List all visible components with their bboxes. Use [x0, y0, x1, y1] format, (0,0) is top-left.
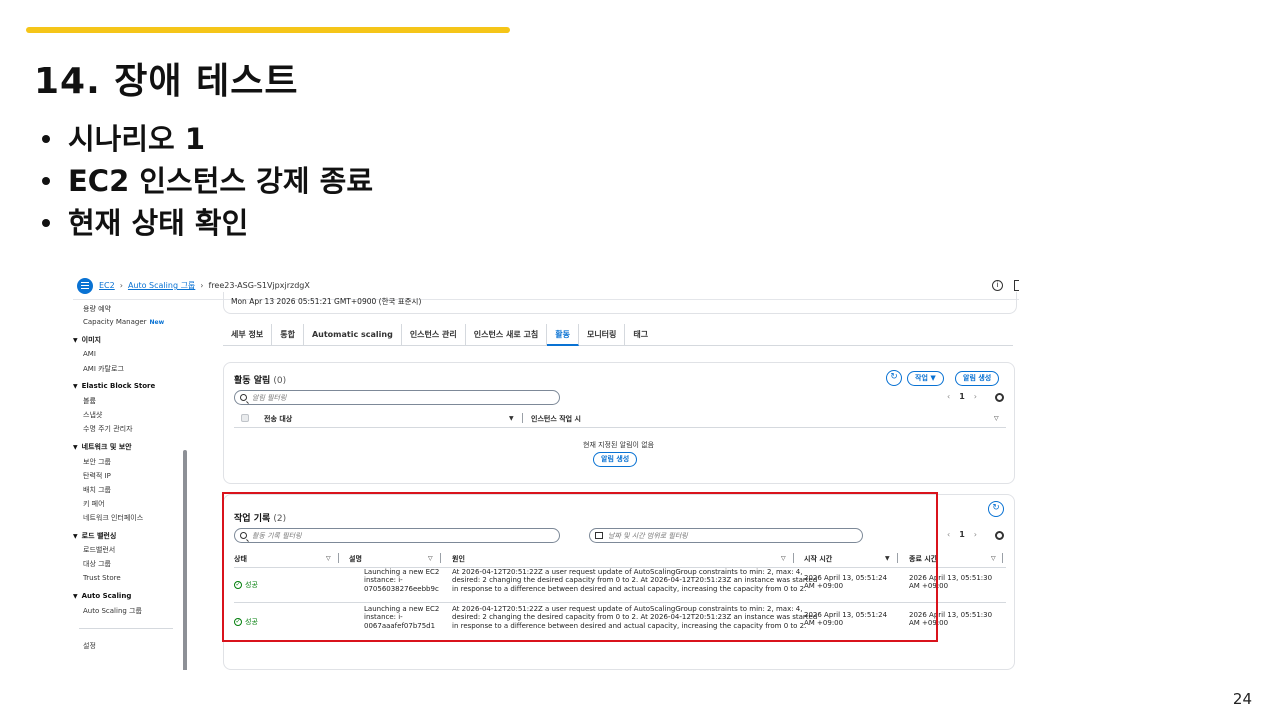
sidebar-section-images[interactable]: ▼ 이미지 — [73, 335, 101, 345]
refresh-button[interactable]: ↻ — [886, 370, 902, 386]
sidebar-item-network-interfaces[interactable]: 네트워크 인터페이스 — [83, 513, 143, 523]
gear-icon[interactable] — [995, 393, 1004, 402]
tab-instance-management[interactable]: 인스턴스 관리 — [402, 323, 466, 346]
sidebar-section-ebs[interactable]: ▼ Elastic Block Store — [73, 382, 155, 390]
chevron-right-icon[interactable]: › — [974, 530, 977, 539]
sidebar-item-settings[interactable]: 설정 — [83, 641, 96, 651]
menu-icon[interactable] — [77, 277, 93, 294]
highlight-box — [222, 492, 938, 642]
breadcrumb-asg[interactable]: Auto Scaling 그룹 — [128, 280, 195, 291]
breadcrumb-current: free23-ASG-S1VjpxjrzdgX — [208, 281, 310, 290]
activity-notifications-panel: 활동 알림 (0) 알림 필터링 ↻ 작업 ▼ 알림 생성 ‹ 1 › 전송 대상 … — [223, 362, 1015, 484]
caret-down-icon: ▼ — [73, 444, 78, 451]
sidebar-item-security-groups[interactable]: 보안 그룹 — [83, 457, 111, 467]
caret-down-icon: ▼ — [73, 383, 78, 390]
new-badge: New — [149, 319, 165, 326]
sidebar-item-target-groups[interactable]: 대상 그룹 — [83, 559, 111, 569]
column-header-instance-action[interactable]: 인스턴스 작업 시 — [531, 414, 581, 424]
actions-button[interactable]: 작업 ▼ — [907, 371, 944, 386]
sidebar-scrollbar[interactable] — [183, 450, 187, 670]
sidebar-item-capacity-manager[interactable]: Capacity Manager New — [83, 318, 164, 326]
chevron-right-icon[interactable]: › — [974, 392, 977, 401]
sidebar-divider — [79, 628, 173, 629]
bullet-item: 시나리오 1 — [42, 118, 373, 160]
sidebar-item-ami-catalog[interactable]: AMI 카탈로그 — [83, 364, 124, 374]
pagination: ‹ 1 › — [947, 392, 977, 401]
sidebar-item-key-pairs[interactable]: 키 페어 — [83, 499, 105, 509]
notification-search-input[interactable]: 알림 필터링 — [234, 390, 560, 405]
page-number[interactable]: 1 — [959, 530, 965, 539]
sidebar-item-lifecycle-manager[interactable]: 수명 주기 관리자 — [83, 424, 133, 434]
create-notification-button[interactable]: 알림 생성 — [955, 371, 1000, 386]
tab-activity[interactable]: 활동 — [547, 323, 579, 346]
panel-title: 활동 알림 (0) — [234, 376, 287, 386]
caret-down-icon: ▼ — [73, 593, 78, 600]
chevron-right-icon: › — [119, 281, 123, 290]
tab-details[interactable]: 세부 정보 — [223, 323, 273, 346]
sidebar-item-placement-groups[interactable]: 배치 그룹 — [83, 485, 111, 495]
chevron-left-icon[interactable]: ‹ — [947, 392, 950, 401]
select-all-checkbox[interactable] — [241, 414, 249, 422]
tab-bar: 세부 정보 통합 Automatic scaling 인스턴스 관리 인스턴스 … — [223, 323, 1013, 346]
sidebar-item-label: Capacity Manager — [83, 318, 147, 326]
tab-monitoring[interactable]: 모니터링 — [579, 323, 626, 346]
sidebar-item-snapshots[interactable]: 스냅샷 — [83, 410, 102, 420]
bullet-text: 현재 상태 확인 — [68, 206, 249, 240]
refresh-button[interactable]: ↻ — [988, 501, 1004, 517]
tab-integrations[interactable]: 통합 — [272, 323, 304, 346]
page-number: 24 — [1232, 690, 1252, 708]
bullet-dot — [42, 135, 50, 143]
count: (0) — [273, 376, 287, 386]
bullet-item: 현재 상태 확인 — [42, 202, 373, 244]
sidebar-item-load-balancers[interactable]: 로드밸런서 — [83, 545, 115, 555]
search-icon — [240, 394, 247, 401]
panel-icon[interactable] — [1014, 280, 1019, 291]
info-icon[interactable]: i — [992, 280, 1003, 291]
chevron-right-icon: › — [200, 281, 204, 290]
column-divider — [522, 413, 523, 423]
chevron-left-icon[interactable]: ‹ — [947, 530, 950, 539]
accent-bar — [26, 27, 510, 33]
sidebar-item-ami[interactable]: AMI — [83, 350, 96, 358]
sort-icon[interactable]: ▽ — [994, 415, 999, 422]
empty-create-notification-button[interactable]: 알림 생성 — [593, 452, 638, 467]
sidebar-section-auto-scaling[interactable]: ▼ Auto Scaling — [73, 592, 131, 600]
tab-instance-refresh[interactable]: 인스턴스 새로 고침 — [466, 323, 548, 346]
bullet-text: EC2 인스턴스 강제 종료 — [68, 164, 373, 198]
timestamp: Mon Apr 13 2026 05:51:21 GMT+0900 (한국 표준… — [231, 297, 422, 306]
column-header-destination[interactable]: 전송 대상 — [264, 414, 292, 424]
slide-title: 14. 장애 테스트 — [34, 61, 299, 102]
sidebar-section-network[interactable]: ▼ 네트워크 및 보안 — [73, 442, 132, 452]
bullet-dot — [42, 219, 50, 227]
sidebar-item-volumes[interactable]: 볼륨 — [83, 396, 96, 406]
sidebar-section-load-balancing[interactable]: ▼ 로드 밸런싱 — [73, 531, 116, 541]
sort-icon[interactable]: ▼ — [509, 415, 514, 422]
tab-automatic-scaling[interactable]: Automatic scaling — [304, 323, 402, 346]
sidebar-item-elastic-ip[interactable]: 탄력적 IP — [83, 471, 111, 481]
sidebar-item-capacity-reservations[interactable]: 용량 예약 — [83, 304, 111, 314]
caret-down-icon: ▼ — [73, 337, 78, 344]
breadcrumb-ec2[interactable]: EC2 — [99, 281, 115, 290]
sidebar-item-auto-scaling-groups[interactable]: Auto Scaling 그룹 — [83, 606, 142, 616]
empty-state-text: 현재 지정된 알림이 없음 — [583, 441, 655, 449]
pagination: ‹ 1 › — [947, 530, 977, 539]
column-divider — [1002, 553, 1003, 563]
page-number[interactable]: 1 — [959, 392, 965, 401]
sidebar: 용량 예약 Capacity Manager New ▼ 이미지 AMI AMI 카… — [73, 300, 187, 670]
header-divider — [234, 427, 1006, 428]
bullet-list: 시나리오 1 EC2 인스턴스 강제 종료 현재 상태 확인 — [42, 118, 373, 244]
tab-tags[interactable]: 태그 — [625, 324, 656, 346]
sort-icon[interactable]: ▽ — [991, 555, 996, 562]
bullet-item: EC2 인스턴스 강제 종료 — [42, 160, 373, 202]
gear-icon[interactable] — [995, 531, 1004, 540]
bullet-dot — [42, 177, 50, 185]
caret-down-icon: ▼ — [73, 533, 78, 540]
bullet-text: 시나리오 1 — [68, 122, 205, 156]
sidebar-item-trust-store[interactable]: Trust Store — [83, 574, 121, 582]
